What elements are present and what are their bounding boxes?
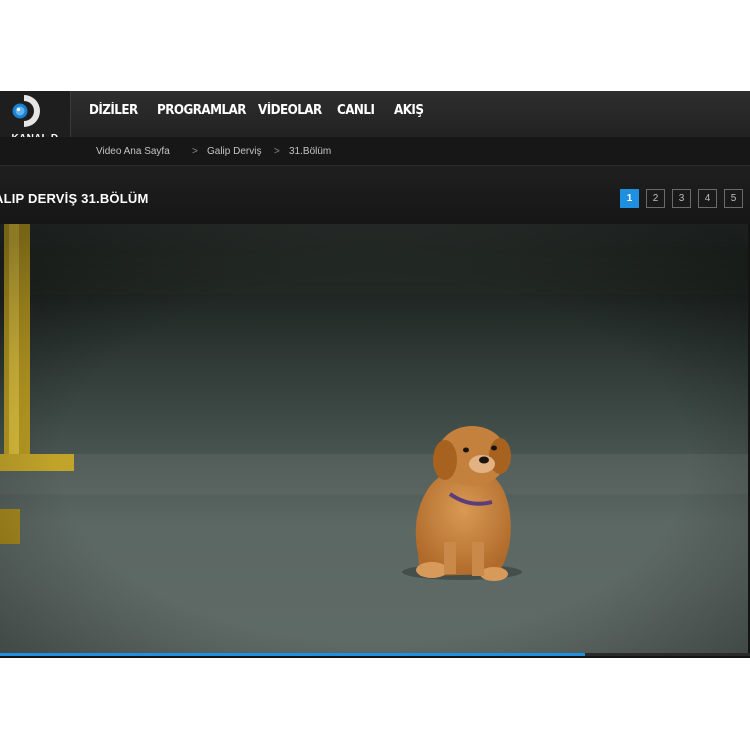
breadcrumb-separator: > (274, 146, 280, 157)
nav-item-diziler[interactable]: DİZİLER (89, 103, 138, 118)
video-title: ALIP DERVİŞ 31.BÖLÜM (0, 191, 149, 206)
breadcrumb-separator: > (192, 146, 198, 157)
nav-item-videolar[interactable]: VİDEOLAR (258, 103, 322, 118)
breadcrumb-current-episode: 31.Bölüm (289, 146, 332, 157)
breadcrumb-link-video-home[interactable]: Video Ana Sayfa (96, 146, 170, 157)
breadcrumb: Video Ana Sayfa > Galip Derviş > 31.Bölü… (0, 137, 750, 166)
video-progress-bar[interactable] (0, 653, 750, 656)
top-navigation: KANAL D DİZİLER PROGRAMLAR VİDEOLAR CANL… (0, 91, 750, 152)
page-button-5[interactable]: 5 (724, 189, 743, 208)
nav-item-canli[interactable]: CANLI (337, 103, 375, 118)
nav-item-programlar[interactable]: PROGRAMLAR (157, 103, 246, 118)
video-title-bar: ALIP DERVİŞ 31.BÖLÜM 1 2 3 4 5 (0, 166, 750, 224)
page-button-1[interactable]: 1 (620, 189, 639, 208)
video-frame-image (0, 224, 748, 654)
nav-item-akis[interactable]: AKIŞ (394, 103, 424, 118)
video-page-frame: KANAL D DİZİLER PROGRAMLAR VİDEOLAR CANL… (0, 91, 750, 658)
video-player[interactable] (0, 224, 748, 654)
page-button-2[interactable]: 2 (646, 189, 665, 208)
page-button-4[interactable]: 4 (698, 189, 717, 208)
breadcrumb-link-galip-dervis[interactable]: Galip Derviş (207, 146, 261, 157)
video-progress-fill (0, 653, 585, 656)
kanal-d-logo-icon (12, 95, 40, 127)
page-button-3[interactable]: 3 (672, 189, 691, 208)
